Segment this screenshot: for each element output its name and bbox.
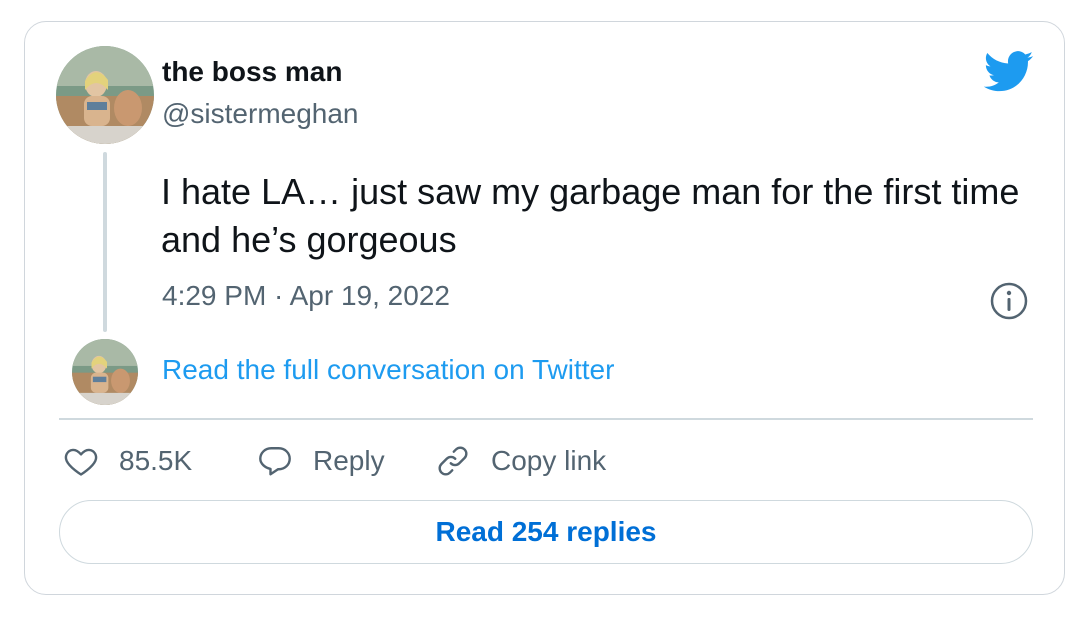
like-button[interactable]: 85.5K — [63, 439, 192, 483]
like-count: 85.5K — [119, 445, 193, 476]
tweet-card: the boss man @sistermeghan I hate LA… ju… — [24, 21, 1065, 595]
link-icon — [438, 446, 468, 476]
tweet-timestamp[interactable]: 4:29 PM · Apr 19, 2022 — [162, 280, 450, 312]
tweet-text: I hate LA… just saw my garbage man for t… — [161, 171, 1020, 260]
info-icon[interactable] — [989, 281, 1029, 321]
twitter-bird-icon[interactable] — [984, 51, 1034, 93]
heart-icon — [64, 448, 98, 476]
author-avatar[interactable] — [56, 46, 154, 144]
author-handle[interactable]: @sistermeghan — [162, 98, 359, 130]
full-conversation-link[interactable]: Read the full conversation on Twitter — [162, 354, 614, 386]
divider — [59, 418, 1033, 420]
author-display-name[interactable]: the boss man — [162, 56, 342, 88]
speech-bubble-icon — [259, 447, 291, 476]
reply-button[interactable]: Reply — [257, 439, 385, 483]
read-replies-button[interactable]: Read 254 replies — [59, 500, 1033, 564]
conversation-avatar — [72, 339, 138, 405]
reply-label: Reply — [313, 445, 385, 476]
thread-connector — [103, 152, 107, 332]
copy-link-label: Copy link — [491, 445, 607, 476]
copy-link-button[interactable]: Copy link — [435, 439, 606, 483]
